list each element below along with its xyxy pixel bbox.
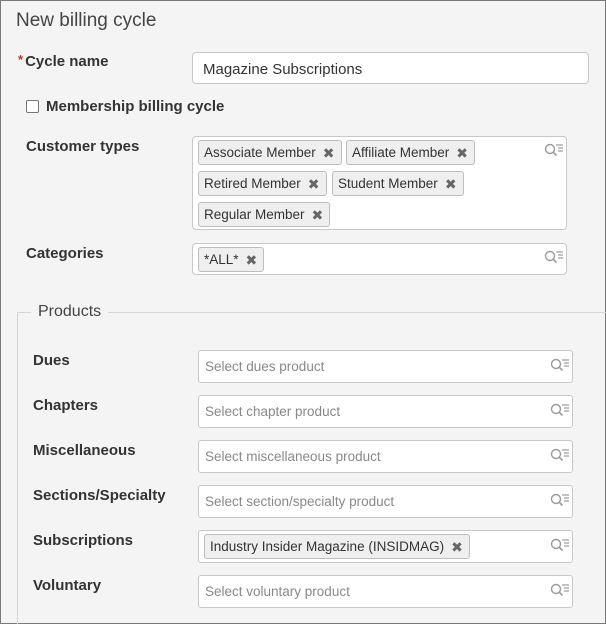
miscellaneous-placeholder: Select miscellaneous product: [205, 449, 381, 464]
voluntary-product-input[interactable]: Select voluntary product: [198, 575, 573, 608]
customer-types-field[interactable]: Associate Member ✖ Affiliate Member ✖ Reti…: [192, 136, 567, 230]
tag-all: *ALL* ✖: [198, 247, 265, 272]
tag-affiliate-member: Affiliate Member ✖: [346, 140, 476, 165]
subscription-product-input[interactable]: Industry Insider Magazine (INSIDMAG) ✖: [198, 530, 573, 563]
cycle-name-value: Magazine Subscriptions: [203, 61, 363, 78]
search-list-icon[interactable]: [550, 448, 570, 464]
membership-billing-label[interactable]: Membership billing cycle: [46, 98, 224, 115]
voluntary-placeholder: Select voluntary product: [205, 584, 350, 599]
remove-tag-icon[interactable]: ✖: [456, 146, 468, 160]
tag-label: Student Member: [338, 176, 438, 191]
remove-tag-icon[interactable]: ✖: [451, 540, 463, 554]
cycle-name-input[interactable]: Magazine Subscriptions: [192, 52, 589, 84]
sections-specialty-label: Sections/Specialty: [33, 487, 166, 504]
dues-placeholder: Select dues product: [205, 359, 325, 374]
tag-retired-member: Retired Member ✖: [198, 171, 327, 196]
required-mark: *: [18, 52, 24, 67]
miscellaneous-product-input[interactable]: Select miscellaneous product: [198, 440, 573, 473]
chapters-label: Chapters: [33, 397, 99, 414]
tag-industry-insider-magazine: Industry Insider Magazine (INSIDMAG) ✖: [204, 534, 470, 559]
chapter-placeholder: Select chapter product: [205, 404, 341, 419]
search-list-icon[interactable]: [550, 538, 570, 554]
products-legend: Products: [31, 303, 109, 321]
customer-types-label: Customer types: [26, 138, 140, 155]
cycle-name-label-text: Cycle name: [25, 53, 109, 70]
remove-tag-icon[interactable]: ✖: [312, 208, 324, 222]
cycle-name-label: * Cycle name: [18, 52, 109, 70]
section-specialty-product-input[interactable]: Select section/specialty product: [198, 485, 573, 518]
tag-label: *ALL*: [204, 252, 239, 267]
subscriptions-label: Subscriptions: [33, 532, 134, 549]
dues-label: Dues: [33, 352, 70, 369]
dues-product-input[interactable]: Select dues product: [198, 350, 573, 383]
remove-tag-icon[interactable]: ✖: [445, 177, 457, 191]
remove-tag-icon[interactable]: ✖: [308, 177, 320, 191]
voluntary-label: Voluntary: [33, 577, 102, 594]
categories-field[interactable]: *ALL* ✖: [192, 243, 567, 275]
chapter-product-input[interactable]: Select chapter product: [198, 395, 573, 428]
tag-student-member: Student Member ✖: [332, 171, 464, 196]
search-list-icon[interactable]: [550, 493, 570, 509]
membership-billing-checkbox[interactable]: [26, 100, 39, 113]
billing-cycle-dialog: New billing cycle * Cycle name Magazine S…: [0, 0, 606, 624]
remove-tag-icon[interactable]: ✖: [246, 253, 258, 267]
search-list-icon[interactable]: [550, 583, 570, 599]
dialog-title: New billing cycle: [16, 10, 157, 31]
search-list-icon[interactable]: [550, 358, 570, 374]
search-list-icon[interactable]: [544, 143, 564, 159]
tag-associate-member: Associate Member ✖: [198, 140, 342, 165]
search-list-icon[interactable]: [544, 250, 564, 266]
search-list-icon[interactable]: [550, 403, 570, 419]
tag-label: Associate Member: [204, 145, 316, 160]
remove-tag-icon[interactable]: ✖: [323, 146, 335, 160]
tag-label: Affiliate Member: [352, 145, 450, 160]
tag-label: Regular Member: [204, 207, 305, 222]
section-specialty-placeholder: Select section/specialty product: [205, 494, 395, 509]
tag-label: Industry Insider Magazine (INSIDMAG): [210, 539, 445, 554]
miscellaneous-label: Miscellaneous: [33, 442, 136, 459]
tag-label: Retired Member: [204, 176, 301, 191]
tag-regular-member: Regular Member ✖: [198, 202, 331, 227]
categories-label: Categories: [26, 245, 104, 262]
